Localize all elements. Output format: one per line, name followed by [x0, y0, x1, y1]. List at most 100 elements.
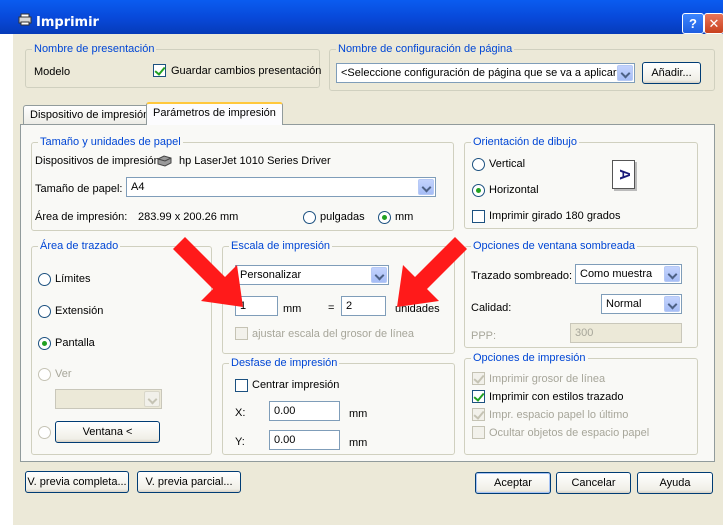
cancel-button[interactable]: Cancelar: [556, 472, 631, 494]
printer-app-icon: [18, 13, 32, 26]
print-area-label: Área de impresión:: [35, 211, 128, 223]
close-window-button[interactable]: ✕: [704, 13, 723, 34]
chevron-down-icon: [144, 391, 160, 407]
shaded-group: Opciones de ventana sombreada Trazado so…: [464, 240, 698, 348]
chevron-down-icon[interactable]: [418, 179, 434, 195]
orientation-preview-glyph: A: [615, 169, 633, 180]
mm-label[interactable]: mm: [395, 211, 413, 223]
presentation-legend: Nombre de presentación: [32, 43, 157, 55]
paper-size-label: Tamaño de papel:: [35, 183, 123, 195]
plot-area-legend: Área de trazado: [38, 240, 121, 252]
print-lineweight-label: Imprimir grosor de línea: [489, 373, 606, 385]
save-changes-checkbox[interactable]: [153, 64, 166, 77]
device-name: hp LaserJet 1010 Series Driver: [179, 155, 331, 167]
chevron-down-icon[interactable]: [617, 65, 633, 81]
page-setup-legend: Nombre de configuración de página: [336, 43, 515, 55]
quality-select[interactable]: Normal: [601, 294, 682, 314]
dpi-input: 300: [570, 323, 682, 343]
help-button[interactable]: Ayuda: [637, 472, 713, 494]
vertical-label[interactable]: Vertical: [489, 158, 525, 170]
device-label: Dispositivos de impresión:: [35, 155, 163, 167]
paper-size-value: A4: [131, 181, 145, 193]
annotation-arrow-right: [397, 237, 467, 307]
tab-print-device[interactable]: Dispositivo de impresión: [23, 105, 157, 125]
offset-x-label: X:: [235, 407, 246, 419]
scale-equals: =: [328, 302, 335, 314]
rotate-180-label[interactable]: Imprimir girado 180 grados: [489, 210, 620, 222]
offset-y-label: Y:: [235, 436, 245, 448]
offset-legend: Desfase de impresión: [229, 357, 340, 369]
shaded-legend: Opciones de ventana sombreada: [471, 240, 638, 252]
center-print-checkbox[interactable]: [235, 379, 248, 392]
window-button[interactable]: Ventana <: [55, 421, 160, 443]
limits-label[interactable]: Límites: [55, 273, 90, 285]
horizontal-label[interactable]: Horizontal: [489, 184, 539, 196]
dpi-label: PPP:: [471, 330, 497, 342]
window-radio: [38, 426, 51, 439]
chevron-down-icon[interactable]: [664, 296, 680, 312]
extents-radio[interactable]: [38, 305, 51, 318]
tab-panel-print-settings: Tamaño y unidades de papel Dispositivos …: [20, 124, 715, 462]
shade-plot-select[interactable]: Como muestra: [575, 264, 682, 284]
hide-paperspace-label: Ocultar objetos de espacio papel: [489, 427, 650, 439]
display-radio[interactable]: [38, 337, 51, 350]
orientation-legend: Orientación de dibujo: [471, 136, 579, 148]
print-area-value: 283.99 x 200.26 mm: [138, 211, 239, 223]
quality-label: Calidad:: [471, 302, 512, 314]
offset-group: Desfase de impresión Centrar impresión X…: [222, 357, 455, 455]
offset-x-input[interactable]: 0.00: [269, 401, 340, 421]
scale-mm-label: mm: [283, 303, 302, 315]
plot-styles-checkbox[interactable]: [472, 390, 485, 403]
add-page-setup-button[interactable]: Añadir...: [642, 62, 701, 84]
paperspace-last-checkbox: [472, 408, 485, 421]
plot-styles-label[interactable]: Imprimir con estilos trazado: [489, 391, 624, 403]
rotate-180-checkbox[interactable]: [472, 210, 485, 223]
horizontal-radio[interactable]: [472, 184, 485, 197]
page-setup-value: <Seleccione configuración de página que …: [341, 67, 623, 79]
presentation-name: Modelo: [34, 66, 71, 78]
partial-preview-button[interactable]: V. previa parcial...: [137, 471, 241, 493]
view-label: Ver: [55, 368, 72, 380]
vertical-radio[interactable]: [472, 158, 485, 171]
printer-icon: [157, 155, 172, 167]
scale-units-input[interactable]: 2: [341, 296, 386, 316]
paper-group: Tamaño y unidades de papel Dispositivos …: [31, 136, 454, 231]
print-options-group: Opciones de impresión Imprimir grosor de…: [464, 352, 698, 455]
scale-lineweight-checkbox: [235, 327, 248, 340]
hide-paperspace-checkbox: [472, 426, 485, 439]
window-title: Imprimir: [36, 15, 99, 30]
extents-label[interactable]: Extensión: [55, 305, 103, 317]
full-preview-button[interactable]: V. previa completa...: [25, 471, 129, 493]
tab-print-settings[interactable]: Parámetros de impresión: [146, 102, 283, 125]
view-radio: [38, 368, 51, 381]
paperspace-last-label: Impr. espacio papel lo último: [489, 409, 629, 421]
chevron-down-icon[interactable]: [664, 266, 680, 282]
orientation-preview-icon: A: [612, 160, 635, 189]
inches-radio[interactable]: [303, 211, 316, 224]
mm-radio[interactable]: [378, 211, 391, 224]
paper-size-select[interactable]: A4: [126, 177, 436, 197]
shade-plot-value: Como muestra: [580, 268, 653, 280]
offset-y-input[interactable]: 0.00: [269, 430, 340, 450]
save-changes-label[interactable]: Guardar cambios presentación: [171, 65, 321, 77]
annotation-arrow-left: [173, 237, 243, 307]
inches-label[interactable]: pulgadas: [320, 211, 365, 223]
page-setup-group: Nombre de configuración de página <Selec…: [329, 43, 715, 91]
print-lineweight-checkbox: [472, 372, 485, 385]
paper-legend: Tamaño y unidades de papel: [38, 136, 183, 148]
help-titlebar-button[interactable]: ?: [682, 13, 704, 34]
scale-lineweight-label: ajustar escala del grosor de línea: [252, 328, 415, 340]
page-setup-select[interactable]: <Seleccione configuración de página que …: [336, 63, 635, 83]
quality-value: Normal: [606, 298, 642, 310]
shade-plot-label: Trazado sombreado:: [471, 270, 573, 282]
accept-button[interactable]: Aceptar: [475, 472, 551, 494]
limits-radio[interactable]: [38, 273, 51, 286]
center-print-label[interactable]: Centrar impresión: [252, 379, 339, 391]
offset-y-unit: mm: [349, 437, 368, 449]
orientation-group: Orientación de dibujo Vertical Horizonta…: [464, 136, 698, 229]
display-label[interactable]: Pantalla: [55, 337, 95, 349]
title-bar: [0, 0, 723, 34]
print-options-legend: Opciones de impresión: [471, 352, 588, 364]
presentation-group: Nombre de presentación Modelo Guardar ca…: [25, 43, 321, 88]
view-select: [55, 389, 162, 409]
